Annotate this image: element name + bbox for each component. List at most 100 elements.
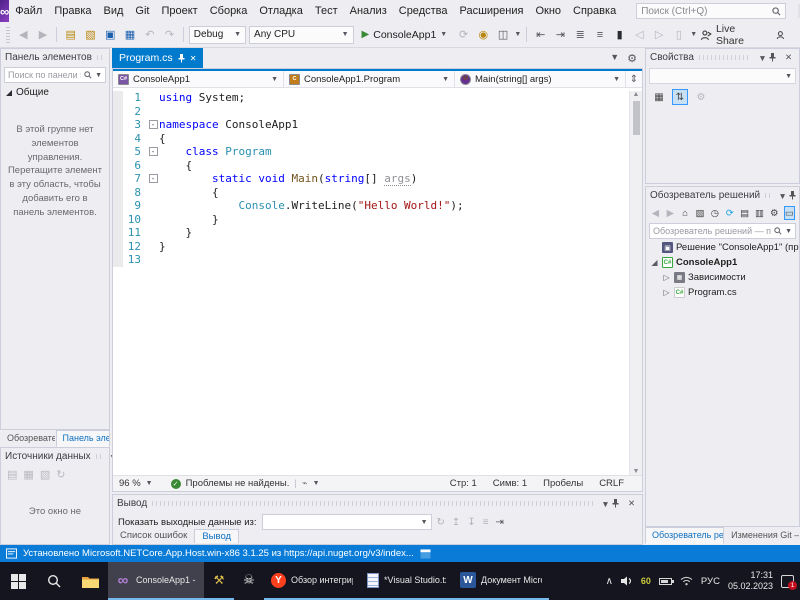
live-share-button[interactable]: Live Share [700,23,796,47]
previous-bookmark-icon[interactable]: ◁ [631,26,648,43]
scroll-down-icon[interactable]: ▼ [633,468,640,475]
title-bar[interactable]: ∞ Файл Правка Вид Git Проект Сборка Отладка Тес… [0,0,800,22]
toolbar-grip[interactable] [6,26,10,43]
tab-server-explorer[interactable]: Обозревате... [0,430,56,447]
split-window-icon[interactable]: ⇕ [626,71,642,87]
menu-item[interactable]: Файл [9,0,48,22]
home-icon[interactable]: ⌂ [680,206,691,220]
file-explorer-icon[interactable] [72,562,108,600]
toolbox-search-box[interactable]: ▼ [4,67,106,83]
menu-item[interactable]: Анализ [344,0,393,22]
pin-icon[interactable] [789,191,800,200]
switch-views-icon[interactable]: ▧ [695,206,706,220]
start-debugging-button[interactable]: ▶ ConsoleApp1 ▼ [357,25,453,44]
solution-search-box[interactable]: ▼ [649,223,796,239]
save-all-icon[interactable]: ▦ [122,26,139,43]
indent-decrease-icon[interactable]: ⇤ [532,26,549,43]
pending-changes-filter-icon[interactable]: ◷ [709,206,720,220]
taskbar-search-icon[interactable] [36,562,72,600]
volume-icon[interactable] [620,576,633,586]
alphabetical-sort-icon[interactable]: ⇅ [672,89,688,105]
fold-toggle-icon[interactable]: - [148,147,158,157]
collapse-arrow-icon[interactable]: ◢ [650,258,659,267]
show-all-files-icon[interactable]: ▥ [754,206,765,220]
pin-icon[interactable] [612,499,625,508]
tree-item[interactable]: ▷ C# Program.cs [646,285,799,300]
project-dropdown[interactable]: C# ConsoleApp1 ▼ [113,71,284,87]
window-position-icon[interactable]: ▼ [756,53,769,63]
tab-solution-explorer[interactable]: Обозреватель реше... [645,527,725,544]
close-icon[interactable]: ✕ [625,498,638,509]
type-dropdown[interactable]: C ConsoleApp1.Program ▼ [284,71,455,87]
taskbar-app[interactable]: ☠ [234,562,264,600]
scrollbar-thumb[interactable] [632,101,640,135]
tab-git-changes[interactable]: Изменения Git — п... [724,527,800,544]
code-lines[interactable]: 1 using System; 2 3- namespace ConsoleApp1 4{… [113,91,629,475]
scroll-up-icon[interactable]: ▲ [633,91,640,98]
tab-toolbox[interactable]: Панель эле... [55,430,110,447]
quick-search-box[interactable] [636,3,787,19]
action-center-icon[interactable]: 1 [781,574,797,590]
new-file-icon[interactable]: ▤ [62,26,79,43]
clear-bookmarks-icon[interactable]: ▯ [670,26,687,43]
fold-toggle-icon[interactable]: - [148,174,158,184]
wrench-icon[interactable]: ⚙ [693,89,709,105]
properties-object-dropdown[interactable]: ▼ [649,68,796,84]
menu-item[interactable]: Отладка [253,0,308,22]
word-wrap-icon[interactable]: ⇥ [496,517,504,528]
close-tab-icon[interactable]: ✕ [190,54,197,63]
find-message-icon[interactable]: ↻ [437,517,445,528]
edit-data-source-icon[interactable]: ▦ [23,468,33,481]
start-button[interactable] [0,562,36,600]
menu-item[interactable]: Средства [393,0,454,22]
taskbar-app[interactable]: *Visual Studio.txt -... [360,562,453,600]
solution-search-input[interactable] [653,226,772,236]
menu-item[interactable]: Расширения [453,0,529,22]
battery-icon[interactable] [658,577,674,585]
save-icon[interactable]: ▣ [102,26,119,43]
toolbar-options-chevron-icon[interactable]: ▼ [690,31,697,38]
preview-changes-icon[interactable]: ◫ [495,26,512,43]
window-position-icon[interactable]: ▼ [776,191,789,201]
tree-item[interactable]: ▷ ▦ Зависимости [646,270,799,285]
menu-item[interactable]: Git [129,0,155,22]
categorized-icon[interactable]: ▦ [651,89,667,105]
clear-all-icon[interactable]: ≡ [483,517,489,528]
uncomment-icon[interactable]: ≡ [592,26,609,43]
chevron-down-icon[interactable]: ▼ [514,31,521,38]
expand-arrow-icon[interactable]: ▷ [662,273,671,282]
pin-icon[interactable] [178,53,185,63]
menu-item[interactable]: Вид [98,0,130,22]
zoom-level[interactable]: 96 % [119,478,141,489]
goto-next-message-icon[interactable]: ↧ [467,517,475,528]
window-position-icon[interactable]: ▼ [599,499,612,509]
next-bookmark-icon[interactable]: ▷ [651,26,668,43]
refresh-icon[interactable]: ↻ [56,468,65,481]
taskbar-app[interactable]: W Документ Microso... [453,562,549,600]
hot-reload-icon[interactable]: ⟳ [455,26,472,43]
add-data-source-icon[interactable]: ▤ [7,468,17,481]
navigate-back-icon[interactable]: ◀ [15,26,32,43]
navigate-forward-icon[interactable]: ▶ [35,26,52,43]
gear-icon[interactable]: ⚙ [627,52,637,65]
spaces-indicator[interactable]: Пробелы [543,478,583,489]
find-in-files-icon[interactable]: ◉ [475,26,492,43]
menu-item[interactable]: Тест [309,0,344,22]
line-indicator[interactable]: Стр: 1 [450,478,477,489]
properties-header[interactable]: Свойства ▼ ✕ [646,49,799,66]
document-well-dropdown-icon[interactable]: ▼ [610,52,619,65]
zoom-dropdown-icon[interactable]: ▼ [146,480,153,487]
wifi-icon[interactable] [680,576,693,586]
close-icon[interactable]: ✕ [782,52,795,63]
pin-icon[interactable] [769,53,782,62]
expand-arrow-icon[interactable]: ▷ [662,288,671,297]
undo-icon[interactable]: ↶ [141,26,158,43]
forward-icon[interactable]: ▶ [665,206,676,220]
menu-item[interactable]: Сборка [204,0,254,22]
taskbar-app[interactable]: Y Обзор интегриров... [264,562,360,600]
toolbox-header[interactable]: Панель элементов ▼ ✕ [1,49,144,66]
output-header[interactable]: Вывод ▼ ✕ [113,495,642,512]
tab-program-cs[interactable]: Program.cs ✕ [112,48,204,68]
data-sources-header[interactable]: Источники данных ▼ ✕ [1,448,143,465]
menu-item[interactable]: Справка [567,0,622,22]
